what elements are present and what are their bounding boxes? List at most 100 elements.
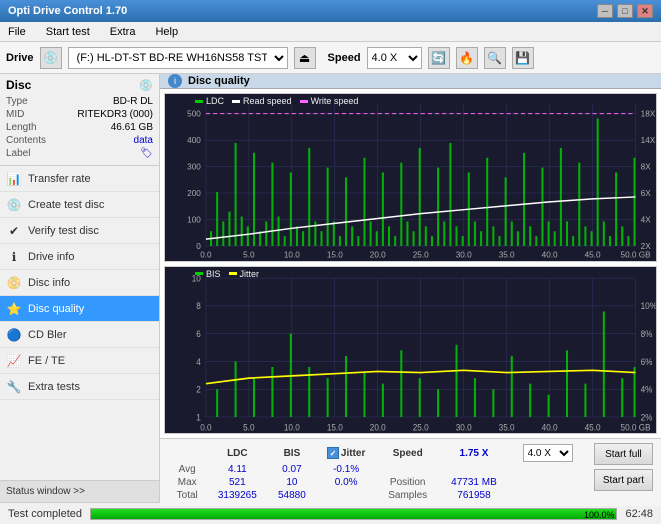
sidebar-item-disc-quality[interactable]: ⭐ Disc quality	[0, 296, 159, 322]
action-buttons: Start full Start part	[594, 443, 653, 502]
svg-text:10.0: 10.0	[284, 251, 300, 260]
col-speed-select-head: 4.0 X	[509, 443, 586, 463]
speed-label: Speed	[328, 52, 361, 64]
drive-label: Drive	[6, 52, 34, 64]
bis-legend-label: BIS	[206, 269, 221, 279]
col-speed-header: Speed	[377, 443, 439, 463]
bis-chart: BIS Jitter	[164, 266, 657, 435]
eject-button[interactable]: ⏏	[294, 47, 316, 69]
disc-quality-header: i Disc quality	[160, 74, 661, 89]
maximize-button[interactable]: □	[617, 4, 633, 18]
menu-extra[interactable]: Extra	[106, 24, 140, 40]
position-value: 47731 MB	[439, 476, 510, 489]
disc-mid-val: RITEKDR3 (000)	[77, 109, 153, 120]
sidebar-item-cd-bler[interactable]: 🔵 CD Bler	[0, 322, 159, 348]
svg-text:6%: 6%	[641, 356, 653, 366]
disc-type-row: Type BD-R DL	[6, 96, 153, 107]
disc-mid-row: MID RITEKDR3 (000)	[6, 109, 153, 120]
sidebar-item-verify-test-disc-label: Verify test disc	[28, 225, 99, 237]
extra-tests-icon: 🔧	[6, 379, 22, 395]
svg-text:200: 200	[187, 189, 201, 198]
refresh-button[interactable]: 🔄	[428, 47, 450, 69]
max-label: Max	[168, 476, 206, 489]
stats-panel: LDC BIS ✓ Jitter Speed	[160, 438, 661, 506]
jitter-legend-label: Jitter	[240, 269, 260, 279]
jitter-checkbox[interactable]: ✓	[327, 447, 339, 459]
disc-icon: 💿	[139, 79, 153, 92]
disc-label-icon: 🏷	[140, 148, 153, 159]
col-empty	[168, 443, 206, 463]
menu-start-test[interactable]: Start test	[42, 24, 94, 40]
disc-contents-key: Contents	[6, 135, 46, 146]
svg-text:5.0: 5.0	[243, 422, 255, 432]
bis-legend-item: BIS	[195, 269, 221, 279]
burn-button[interactable]: 🔥	[456, 47, 478, 69]
save-button[interactable]: 💾	[512, 47, 534, 69]
ldc-legend-label: LDC	[206, 96, 224, 106]
sidebar-item-transfer-rate[interactable]: 📊 Transfer rate	[0, 166, 159, 192]
status-window-button[interactable]: Status window >>	[0, 480, 159, 502]
disc-panel-title: Disc	[6, 78, 31, 92]
svg-text:4: 4	[196, 356, 201, 366]
svg-text:10.0: 10.0	[284, 422, 300, 432]
menu-help[interactable]: Help	[151, 24, 182, 40]
analyze-button[interactable]: 🔍	[484, 47, 506, 69]
svg-text:8X: 8X	[641, 163, 652, 172]
sidebar-item-extra-tests[interactable]: 🔧 Extra tests	[0, 374, 159, 400]
total-label: Total	[168, 489, 206, 502]
speed-static-label: Speed	[393, 448, 423, 459]
max-jitter: 0.0%	[316, 476, 377, 489]
start-part-button[interactable]: Start part	[594, 469, 653, 491]
ldc-chart-svg: 0 100 200 300 400 500 2X 4X 6X 8X 14X 18…	[165, 94, 656, 261]
sidebar-item-verify-test-disc[interactable]: ✔ Verify test disc	[0, 218, 159, 244]
total-bis: 54880	[268, 489, 315, 502]
svg-text:400: 400	[187, 136, 201, 145]
read-speed-legend-label: Read speed	[243, 96, 292, 106]
svg-text:30.0: 30.0	[456, 251, 472, 260]
sidebar-item-disc-info[interactable]: 📀 Disc info	[0, 270, 159, 296]
svg-text:0: 0	[196, 242, 201, 251]
speed-select[interactable]: 4.0 X	[367, 47, 422, 69]
progress-bar-container: 100.0%	[90, 508, 617, 520]
svg-text:2X: 2X	[641, 242, 652, 251]
max-bis: 10	[268, 476, 315, 489]
stats-max-row: Max 521 10 0.0% Position 47731 MB	[168, 476, 586, 489]
svg-text:8: 8	[196, 301, 201, 311]
disc-type-key: Type	[6, 96, 28, 107]
sidebar-item-cd-bler-label: CD Bler	[28, 329, 67, 341]
stats-table: LDC BIS ✓ Jitter Speed	[168, 443, 586, 502]
avg-bis: 0.07	[268, 463, 315, 476]
total-ldc: 3139265	[206, 489, 268, 502]
sidebar-item-drive-info[interactable]: ℹ Drive info	[0, 244, 159, 270]
svg-text:35.0: 35.0	[499, 251, 515, 260]
col-jitter-check: ✓ Jitter	[316, 443, 377, 463]
svg-text:15.0: 15.0	[327, 422, 343, 432]
avg-jitter: -0.1%	[316, 463, 377, 476]
svg-text:40.0: 40.0	[542, 422, 558, 432]
svg-text:25.0: 25.0	[413, 422, 429, 432]
svg-text:500: 500	[187, 110, 201, 119]
sidebar: Disc 💿 Type BD-R DL MID RITEKDR3 (000) L…	[0, 74, 160, 502]
speed-select-stats[interactable]: 4.0 X	[523, 444, 573, 462]
svg-text:20.0: 20.0	[370, 422, 386, 432]
progress-label: 100.0%	[584, 509, 615, 521]
disc-mid-key: MID	[6, 109, 24, 120]
sidebar-item-fe-te[interactable]: 📈 FE / TE	[0, 348, 159, 374]
sidebar-item-create-test-disc[interactable]: 💿 Create test disc	[0, 192, 159, 218]
svg-text:5.0: 5.0	[243, 251, 255, 260]
svg-text:14X: 14X	[641, 136, 656, 145]
bis-legend-dot	[195, 272, 203, 275]
start-full-button[interactable]: Start full	[594, 443, 653, 465]
bis-chart-legend: BIS Jitter	[195, 269, 259, 279]
menu-file[interactable]: File	[4, 24, 30, 40]
verify-test-disc-icon: ✔	[6, 223, 22, 239]
svg-text:40.0: 40.0	[542, 251, 558, 260]
close-button[interactable]: ✕	[637, 4, 653, 18]
minimize-button[interactable]: ─	[597, 4, 613, 18]
speed-static-value: 1.75 X	[460, 448, 489, 459]
main-layout: Disc 💿 Type BD-R DL MID RITEKDR3 (000) L…	[0, 74, 661, 502]
ldc-chart: LDC Read speed Write speed	[164, 93, 657, 262]
disc-label-row: Label 🏷	[6, 148, 153, 159]
disc-panel-header: Disc 💿	[6, 78, 153, 92]
drive-select[interactable]: (F:) HL-DT-ST BD-RE WH16NS58 TST4	[68, 47, 288, 69]
